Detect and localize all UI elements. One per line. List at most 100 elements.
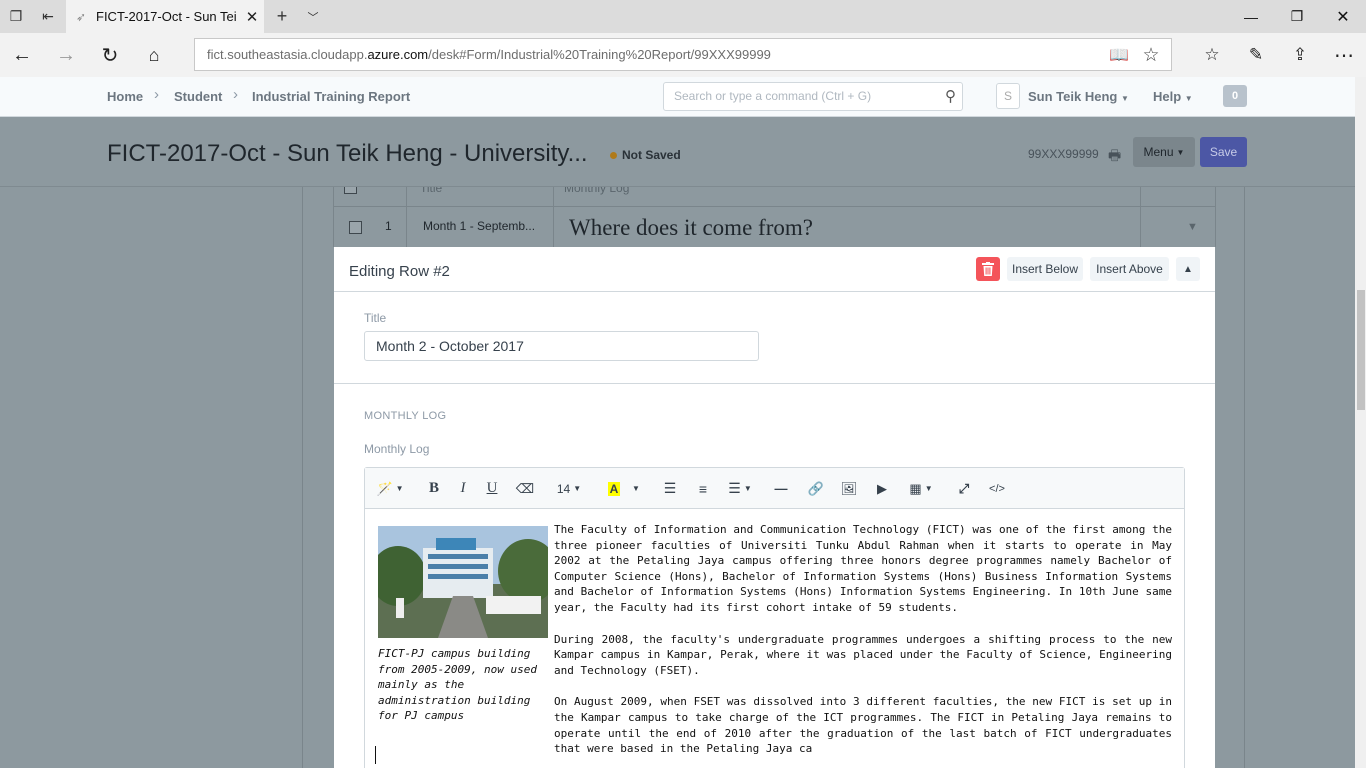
share-icon[interactable]: ⇪	[1278, 33, 1322, 77]
chevron-down-icon: ▼	[1184, 94, 1193, 103]
breadcrumb-home[interactable]: Home	[107, 89, 143, 104]
link-icon: 🔗	[807, 480, 825, 496]
highlight-a-icon: A	[607, 481, 621, 496]
favorites-hub-icon[interactable]: ☆	[1190, 33, 1234, 77]
column-header-title: Title	[420, 187, 443, 195]
set-aside-tabs-icon[interactable]: ⇤	[32, 0, 64, 33]
insert-above-button[interactable]: Insert Above	[1090, 257, 1169, 281]
insert-below-button[interactable]: Insert Below	[1007, 257, 1083, 281]
ordered-list-button[interactable]: ≡	[690, 475, 716, 502]
insert-table-dropdown[interactable]: ▦ ▼	[905, 475, 937, 502]
numbered-list-icon: ≡	[698, 480, 708, 497]
magic-style-button[interactable]: 🪄 ▼	[371, 475, 409, 502]
align-left-icon: ☰	[728, 480, 741, 496]
code-view-button[interactable]: </>	[984, 475, 1010, 502]
collapse-row-button[interactable]: ▲	[1176, 257, 1200, 281]
tab-list-icon[interactable]: ❐	[0, 0, 32, 33]
row-monthly-log: Where does it come from?	[569, 215, 813, 240]
browser-tab[interactable]: ➶ FICT-2017-Oct - Sun Tei ✕	[66, 0, 264, 33]
fullscreen-button[interactable]: ⤢	[951, 475, 977, 502]
editor-text[interactable]: The Faculty of Information and Communica…	[554, 522, 1172, 768]
breadcrumb-student[interactable]: Student	[174, 89, 222, 104]
window-close-icon[interactable]: ✕	[1320, 0, 1366, 33]
command-search-input[interactable]	[674, 89, 924, 103]
paragraph: During 2008, the faculty's undergraduate…	[554, 632, 1172, 677]
save-button[interactable]: Save	[1200, 137, 1247, 167]
command-search-box: ⚲	[663, 82, 963, 111]
table-row[interactable]: 1 Month 1 - Septemb... Where does it com…	[333, 207, 1216, 247]
status-indicator: Not Saved	[610, 148, 681, 162]
editor-content[interactable]: FICT-PJ campus building from 2005-2009, …	[365, 509, 1184, 768]
more-options-icon[interactable]: ⋯	[1322, 33, 1366, 77]
refresh-icon[interactable]: ↻	[88, 33, 132, 77]
underline-button[interactable]: U	[479, 475, 505, 502]
font-size-dropdown[interactable]: 14 ▼	[554, 475, 584, 502]
trash-icon	[982, 262, 994, 276]
home-icon[interactable]: ⌂	[132, 33, 176, 77]
underline-icon: U	[486, 480, 498, 496]
address-bar[interactable]: fict.southeastasia.cloudapp.azure.com/de…	[194, 38, 1172, 71]
image-icon: 🖼	[840, 480, 858, 496]
row-checkbox[interactable]	[349, 221, 362, 234]
editor-toolbar: 🪄 ▼ B I U ⌫ 14 ▼ A ▼ ☰ ≡ ☰ ▼ — 🔗 🖼 ▶ ▦ ▼ ⤢ <…	[365, 468, 1184, 509]
search-icon[interactable]: ⚲	[945, 87, 956, 105]
image-caption: FICT-PJ campus building from 2005-2009, …	[378, 647, 537, 722]
italic-icon: I	[460, 480, 466, 496]
eraser-icon: ⌫	[515, 480, 535, 496]
notification-badge[interactable]: 0	[1223, 85, 1247, 107]
delete-row-button[interactable]	[976, 257, 1000, 281]
avatar[interactable]: S	[996, 83, 1020, 109]
fullscreen-icon: ⤢	[958, 480, 970, 496]
row-expand-icon[interactable]: ▼	[1187, 221, 1198, 233]
scrollbar-thumb[interactable]	[1357, 290, 1365, 410]
reading-view-icon[interactable]: 📖	[1104, 44, 1134, 66]
table-icon: ▦	[909, 480, 922, 496]
grid-header: Title Monthly Log	[333, 187, 1216, 207]
bold-button[interactable]: B	[421, 475, 447, 502]
page-scrollbar[interactable]	[1355, 77, 1366, 768]
forward-icon[interactable]: →	[44, 33, 88, 77]
video-icon: ▶	[877, 480, 887, 496]
back-icon[interactable]: ←	[0, 33, 44, 77]
address-url[interactable]: fict.southeastasia.cloudapp.azure.com/de…	[207, 47, 771, 62]
breadcrumb-report[interactable]: Industrial Training Report	[252, 89, 410, 104]
unordered-list-button[interactable]: ☰	[657, 475, 683, 502]
insert-link-button[interactable]: 🔗	[803, 475, 829, 502]
select-all-checkbox[interactable]	[344, 187, 357, 194]
campus-building-image[interactable]	[378, 526, 548, 638]
clear-format-button[interactable]: ⌫	[512, 475, 538, 502]
paragraph: The Faculty of Information and Communica…	[554, 523, 1172, 614]
menu-button[interactable]: Menu ▼	[1133, 137, 1195, 167]
italic-button[interactable]: I	[450, 475, 476, 502]
title-section: Title	[334, 292, 1215, 384]
paragraph-align-dropdown[interactable]: ☰ ▼	[724, 475, 756, 502]
insert-video-button[interactable]: ▶	[869, 475, 895, 502]
web-note-pen-icon[interactable]: ✎	[1234, 33, 1278, 77]
chevron-down-icon: ▼	[632, 484, 640, 493]
column-header-log: Monthly Log	[564, 187, 630, 195]
color-dropdown-button[interactable]: ▼	[629, 475, 643, 502]
user-menu[interactable]: Sun Teik Heng ▼	[1028, 89, 1129, 104]
insert-image-button[interactable]: 🖼	[836, 475, 862, 502]
tab-close-icon[interactable]: ✕	[240, 8, 264, 26]
paragraph: On August 2009, when FSET was dissolved …	[554, 695, 1172, 756]
tab-title: FICT-2017-Oct - Sun Tei	[96, 9, 237, 24]
minimize-icon[interactable]: —	[1228, 0, 1274, 33]
restore-icon[interactable]: ❐	[1274, 0, 1320, 33]
breadcrumb-chevron-icon: ›	[154, 86, 159, 103]
horizontal-rule-icon: —	[774, 481, 788, 496]
horizontal-rule-button[interactable]: —	[768, 475, 794, 502]
tab-preview-chevron-icon[interactable]: ﹀	[297, 0, 329, 33]
row-title: Month 1 - Septemb...	[423, 219, 536, 233]
highlight-color-button[interactable]: A	[601, 475, 627, 502]
help-menu[interactable]: Help ▼	[1153, 89, 1193, 104]
campus-figure: FICT-PJ campus building from 2005-2009, …	[378, 526, 548, 724]
title-field[interactable]	[364, 331, 759, 361]
favorite-star-icon[interactable]: ☆	[1136, 44, 1166, 66]
new-tab-icon[interactable]: +	[266, 0, 298, 33]
print-icon[interactable]: 🖶	[1108, 145, 1121, 169]
chevron-down-icon: ▼	[1176, 147, 1185, 157]
bullet-list-icon: ☰	[663, 480, 677, 496]
code-icon: </>	[989, 482, 1005, 495]
editing-row-title: Editing Row #2	[349, 263, 450, 280]
